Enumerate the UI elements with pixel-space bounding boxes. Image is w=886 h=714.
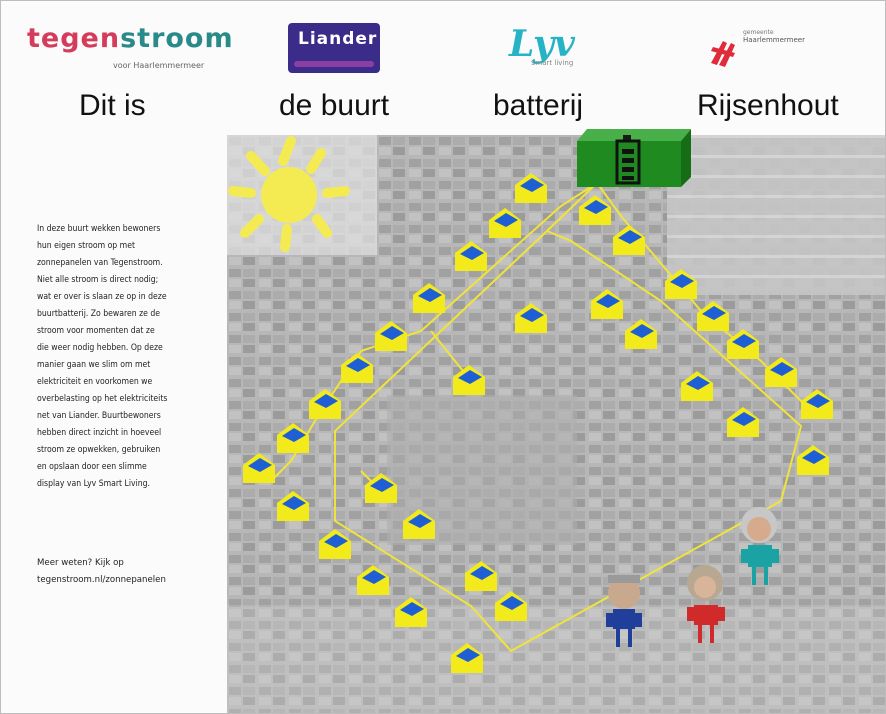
lyv-logo[interactable]: Lyv Smart living: [509, 23, 589, 79]
description-text: In deze buurt wekken bewoners hun eigen …: [37, 224, 168, 489]
more-info-text: Meer weten? Kijk op tegenstroom.nl/zonne…: [37, 558, 166, 585]
tegenstroom-subtitle: voor Haarlemmermeer: [113, 61, 205, 70]
gemeente-label: gemeente: [743, 29, 774, 36]
tegenstroom-wordmark: tegenstroom: [27, 23, 234, 54]
infographic-frame: tegenstroom voor Haarlemmermeer Liander …: [0, 0, 886, 714]
heading-4: Rijsenhout: [697, 89, 839, 122]
heading-2: de buurt: [279, 89, 390, 122]
liander-badge: Liander: [288, 23, 380, 73]
gemeente-mark-icon: [711, 41, 735, 67]
heading-3: batterij: [493, 89, 584, 122]
liander-underline: [294, 61, 374, 67]
aerial-map: [227, 135, 885, 713]
lyv-subtitle: Smart living: [531, 59, 574, 67]
liander-logo[interactable]: Liander: [288, 23, 388, 79]
liander-wordmark: Liander: [298, 29, 378, 49]
gemeente-name: Haarlemmermeer: [743, 36, 805, 44]
heading-1: Dit is: [79, 89, 146, 122]
tegenstroom-logo[interactable]: tegenstroom voor Haarlemmermeer: [27, 23, 234, 79]
gemeente-logo[interactable]: gemeente Haarlemmermeer: [709, 23, 839, 79]
aerial-map-background: [227, 135, 885, 713]
